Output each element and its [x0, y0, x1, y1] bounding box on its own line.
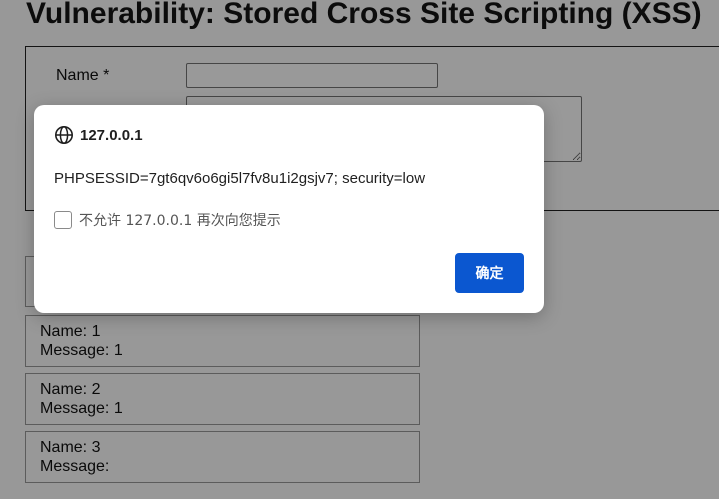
- globe-icon: [54, 125, 74, 145]
- alert-dialog: 127.0.0.1 PHPSESSID=7gt6qv6o6gi5l7fv8u1i…: [34, 105, 544, 313]
- ok-button[interactable]: 确定: [455, 253, 524, 293]
- dialog-message: PHPSESSID=7gt6qv6o6gi5l7fv8u1i2gsjv7; se…: [54, 170, 426, 187]
- suppress-label: 不允许 127.0.0.1 再次向您提示: [79, 213, 281, 229]
- dialog-origin: 127.0.0.1: [80, 126, 143, 144]
- dialog-header: 127.0.0.1: [54, 125, 143, 145]
- suppress-checkbox[interactable]: [54, 211, 72, 229]
- suppress-dialogs-option[interactable]: 不允许 127.0.0.1 再次向您提示: [54, 210, 281, 230]
